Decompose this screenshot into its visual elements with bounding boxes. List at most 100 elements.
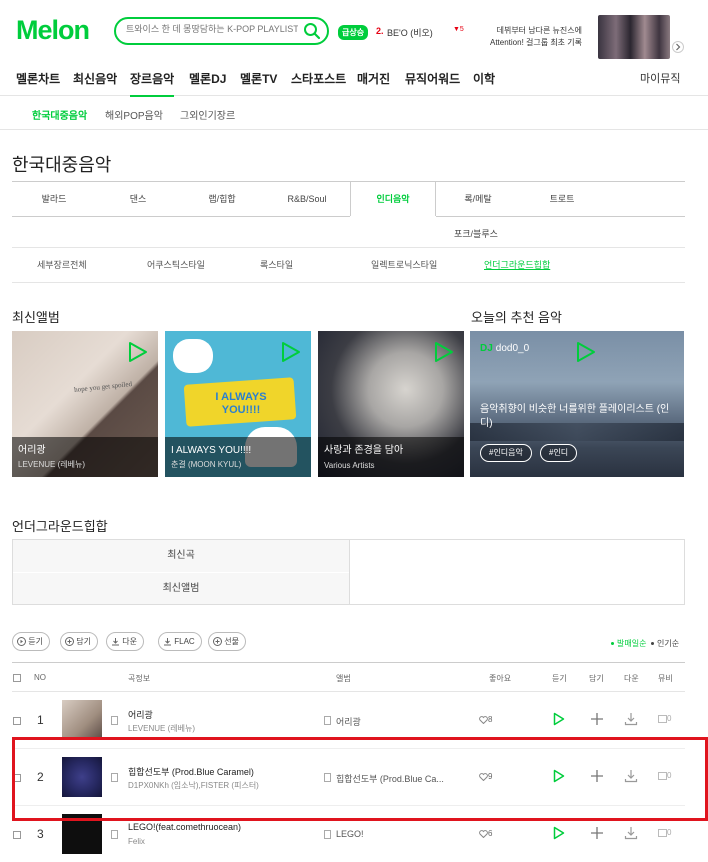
album-info-icon[interactable] [324,716,331,725]
gift-button[interactable]: 선물 [208,632,246,651]
play-icon[interactable] [281,341,301,366]
promo-next-button[interactable] [672,41,684,53]
album-card[interactable]: 사랑과 존경을 담아 Various Artists [318,331,464,477]
genre-dance[interactable]: 댄스 [96,182,180,216]
like-button[interactable]: 9 [479,772,492,782]
subgenre-all[interactable]: 세부장르전체 [37,258,87,271]
song-title[interactable]: 힙합선도부 (Prod.Blue Caramel) [128,765,254,778]
sort-popularity[interactable]: 인기순 [651,638,679,649]
album-info-icon[interactable] [324,830,331,839]
album-thumbnail[interactable] [62,814,102,854]
gnb-melon-dj[interactable]: 멜론DJ [189,70,226,87]
plus-icon[interactable] [590,826,604,843]
gnb-latest-music[interactable]: 최신음악 [73,70,117,87]
album-title[interactable]: I ALWAYS YOU!!!! [171,445,251,456]
tab-latest-albums[interactable]: 최신앨범 [13,572,349,604]
gnb-melon-tv[interactable]: 멜론TV [240,70,277,87]
recommend-card[interactable]: DJ dod0_0 음악취향이 비슷한 너를위한 플레이리스트 (인디) #인디음… [470,331,684,477]
sort-release-date[interactable]: 발매일순 [611,638,646,649]
album-thumbnail[interactable] [62,757,102,797]
search-box[interactable] [114,17,329,45]
table-row[interactable]: 2 힙합선도부 (Prod.Blue Caramel) D1PX0NKh (임소… [12,749,685,806]
listen-all-button[interactable]: 듣기 [12,632,50,651]
subgenre-acoustic[interactable]: 어쿠스틱스타일 [147,258,205,271]
play-icon[interactable] [434,341,454,366]
subgenre-rock[interactable]: 록스타일 [260,258,293,271]
genre-rnb[interactable]: R&B/Soul [264,182,350,216]
genre-rock[interactable]: 록/메탈 [436,182,520,216]
album-artist[interactable]: 춘결 (MOON KYUL) [171,459,241,470]
song-artist[interactable]: Felix [128,837,145,846]
playlist-title[interactable]: 음악취향이 비슷한 너를위한 플레이리스트 (인디) [480,403,676,431]
promo-banner-text[interactable]: 데뷔부터 남다른 뉴진스에 Attention! 걸그룹 최초 기록 [486,25,582,49]
row-checkbox[interactable] [13,831,21,839]
genre-folk[interactable]: 포크/블루스 [454,227,498,240]
melon-logo[interactable]: Melon [16,15,90,46]
table-row[interactable]: 1 어리광 LEVENUE (레베뉴) 어리광 8 0 [12,692,685,749]
gnb-melon-chart[interactable]: 멜론차트 [16,70,60,87]
song-artist[interactable]: LEVENUE (레베뉴) [128,723,195,734]
play-icon[interactable] [576,341,596,366]
realtime-rank-keyword[interactable]: BE'O (비오) [387,26,433,39]
search-icon[interactable] [303,22,321,43]
search-input[interactable] [126,24,298,34]
subnav-pop[interactable]: 해외POP음악 [105,107,163,122]
select-all-checkbox[interactable] [13,674,21,682]
album-card[interactable]: hope you get spoiled 어리광 LEVENUE (레베뉴) [12,331,158,477]
song-album[interactable]: 어리광 [336,715,361,728]
album-title[interactable]: 사랑과 존경을 담아 [324,441,403,456]
gnb-genre-music[interactable]: 장르음악 [130,70,175,97]
genre-hiphop[interactable]: 랩/힙합 [180,182,264,216]
flac-button[interactable]: FLAC [158,632,202,651]
gnb-music-award[interactable]: 뮤직어워드 [405,70,460,87]
row-checkbox[interactable] [13,774,21,782]
tab-latest-songs[interactable]: 최신곡 [13,540,349,572]
song-artist[interactable]: D1PX0NKh (임소낙),FISTER (피스터) [128,780,259,791]
genre-ballad[interactable]: 발라드 [12,182,96,216]
play-icon[interactable] [553,769,565,786]
add-all-button[interactable]: 담기 [60,632,98,651]
download-all-button[interactable]: 다운 [106,632,144,651]
mv-button[interactable]: 0 [658,714,671,723]
album-artist[interactable]: Various Artists [324,461,375,470]
genre-trot[interactable]: 트로트 [520,182,604,216]
play-icon[interactable] [128,341,148,366]
album-info-icon[interactable] [324,773,331,782]
song-album[interactable]: LEGO! [336,829,364,839]
album-card[interactable]: I ALWAYS YOU!!!! I ALWAYS YOU!!!! 춘결 (MO… [165,331,311,477]
plus-icon[interactable] [590,712,604,729]
play-icon[interactable] [553,712,565,729]
dj-label[interactable]: DJ dod0_0 [480,343,529,354]
row-checkbox[interactable] [13,717,21,725]
download-icon[interactable] [624,826,638,843]
album-thumbnail[interactable] [62,700,102,740]
gnb-my-music[interactable]: 마이뮤직 [640,70,680,86]
song-album[interactable]: 힙합선도부 (Prod.Blue Ca... [336,772,444,785]
album-artist[interactable]: LEVENUE (레베뉴) [18,459,85,470]
download-icon[interactable] [624,769,638,786]
promo-banner-image[interactable] [598,15,670,59]
tag-indie-music[interactable]: #인디음악 [480,444,532,462]
gnb-starpost[interactable]: 스타포스트 [291,70,346,87]
gnb-magazine[interactable]: 매거진 [357,70,390,87]
tag-indie[interactable]: #인디 [540,444,578,462]
download-icon[interactable] [624,712,638,729]
song-info-icon[interactable] [111,830,118,839]
song-title[interactable]: LEGO!(feat.comethruocean) [128,822,241,832]
mv-button[interactable]: 0 [658,828,671,837]
table-row[interactable]: 3 LEGO!(feat.comethruocean) Felix LEGO! … [12,806,685,862]
like-button[interactable]: 8 [479,715,492,725]
plus-icon[interactable] [590,769,604,786]
song-title[interactable]: 어리광 [128,708,153,721]
genre-indie[interactable]: 인디음악 [350,182,436,216]
album-title[interactable]: 어리광 [18,441,46,456]
subnav-korean[interactable]: 한국대중음악 [32,107,87,122]
subgenre-underground-hiphop[interactable]: 언더그라운드힙합 [484,258,550,271]
song-info-icon[interactable] [111,716,118,725]
subnav-other[interactable]: 그외인기장르 [180,107,235,122]
play-icon[interactable] [553,826,565,843]
song-info-icon[interactable] [111,773,118,782]
gnb-extra[interactable]: 이학 [473,70,495,87]
like-button[interactable]: 6 [479,829,492,839]
subgenre-electronic[interactable]: 일렉트로닉스타일 [371,258,437,271]
